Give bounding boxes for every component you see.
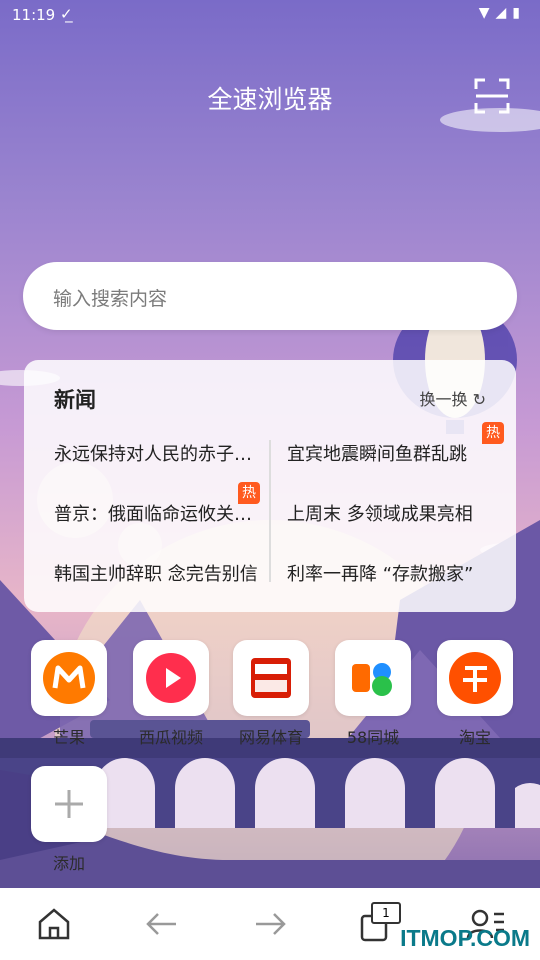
app-label: 西瓜视频 xyxy=(138,728,203,747)
tabs-button[interactable]: 1 xyxy=(356,902,401,944)
app-shortcut-taobao[interactable]: 淘宝 xyxy=(437,640,513,748)
taobao-icon xyxy=(449,652,501,704)
news-divider xyxy=(269,440,271,582)
hot-badge: 热 xyxy=(482,422,504,444)
news-item[interactable]: 宜宾地震瞬间鱼群乱跳 xyxy=(287,440,492,466)
news-item[interactable]: 普京：俄面临命运攸关时刻 xyxy=(54,500,259,526)
scan-icon[interactable] xyxy=(474,78,510,114)
forward-icon[interactable] xyxy=(250,904,290,944)
58-tongcheng-icon xyxy=(352,663,392,696)
tab-count: 1 xyxy=(371,902,401,924)
hot-badge: 热 xyxy=(238,482,260,504)
search-placeholder: 输入搜索内容 xyxy=(53,288,168,310)
back-icon[interactable] xyxy=(142,904,182,944)
app-label: 58同城 xyxy=(346,728,400,747)
download-done-icon: ✓̲ xyxy=(60,5,73,23)
signal-icon: ◢ xyxy=(495,5,513,21)
news-item[interactable]: 上周末 多领域成果亮相 xyxy=(287,500,492,526)
watermark: ITMOP.COM xyxy=(400,925,530,951)
search-input[interactable]: 输入搜索内容 xyxy=(23,262,517,330)
app-title: 全速浏览器 xyxy=(207,85,333,114)
app-shortcut-58[interactable]: 58同城 xyxy=(335,640,411,748)
xigua-video-icon xyxy=(146,653,196,703)
mango-tv-icon xyxy=(43,652,95,704)
status-time: 11:19 xyxy=(12,6,56,24)
app-shortcut-mango[interactable]: 芒果 xyxy=(31,640,107,748)
add-app-button[interactable]: 添加 xyxy=(31,766,107,874)
wifi-icon: ▼ xyxy=(478,5,496,21)
app-label: 芒果 xyxy=(52,728,85,747)
add-app-label: 添加 xyxy=(52,854,85,873)
status-bar: 11:19 ✓̲ ▼◢▮ xyxy=(0,0,540,32)
refresh-button[interactable]: 换一换 ↻ xyxy=(420,386,487,410)
app-shortcut-xigua[interactable]: 西瓜视频 xyxy=(133,640,209,748)
news-card: 新闻 换一换 ↻ 永远保持对人民的赤子之心 普京：俄面临命运攸关时刻 热 韩国主… xyxy=(24,360,516,612)
news-item[interactable]: 利率一再降 “存款搬家” xyxy=(287,560,492,586)
news-item[interactable]: 韩国主帅辞职 念完告别信 xyxy=(54,560,259,586)
news-title: 新闻 xyxy=(54,388,96,412)
home-icon[interactable] xyxy=(34,904,74,944)
app-label: 网易体育 xyxy=(238,728,303,747)
news-item[interactable]: 永远保持对人民的赤子之心 xyxy=(54,440,259,466)
netease-sports-icon xyxy=(251,658,291,698)
plus-icon xyxy=(55,790,83,818)
app-shortcut-netease-sports[interactable]: 网易体育 xyxy=(233,640,309,748)
bottom-navigation: 1 ITMOP.COM xyxy=(0,888,540,960)
battery-icon: ▮ xyxy=(512,5,526,21)
app-label: 淘宝 xyxy=(458,728,491,747)
